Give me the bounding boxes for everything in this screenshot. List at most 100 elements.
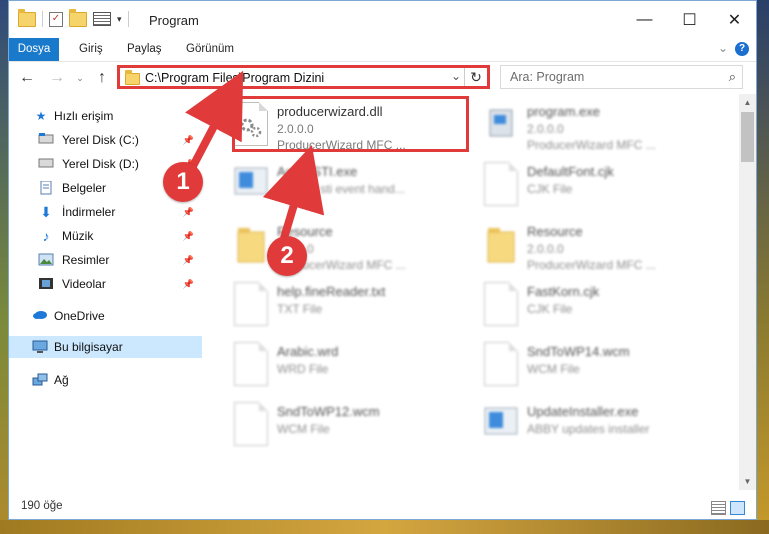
document-file-icon: [234, 342, 268, 386]
nav-item-pictures[interactable]: Resimler 📌: [9, 249, 202, 271]
pin-icon[interactable]: 📌: [183, 279, 194, 290]
highlight-box-dll: [232, 96, 469, 152]
tab-home[interactable]: Giriş: [69, 38, 113, 61]
ribbon-tabs: Dosya Giriş Paylaş Görünüm ⌄ ?: [9, 38, 756, 62]
pin-icon[interactable]: 📌: [183, 255, 194, 266]
document-file-icon: [234, 402, 268, 446]
file-item[interactable]: Arabic.wrd WRD File: [232, 340, 472, 396]
file-item[interactable]: FastKorn.cjk CJK File: [482, 280, 722, 336]
file-name: help.fineReader.txt: [277, 284, 386, 299]
nav-item-disk-c[interactable]: Yerel Disk (C:) 📌: [9, 129, 202, 151]
status-bar: 190 öğe: [9, 496, 756, 519]
file-name: program.exe: [527, 104, 600, 119]
file-item[interactable]: ActiveSTI.exe ABBYY sti event hand...: [232, 160, 472, 216]
back-icon[interactable]: ←: [16, 67, 38, 89]
nav-item-quick-access[interactable]: ★ Hızlı erişim: [9, 105, 202, 127]
details-view-icon[interactable]: [711, 501, 726, 515]
help-icon[interactable]: ?: [735, 42, 749, 56]
new-folder-icon[interactable]: [69, 8, 87, 27]
star-icon: ★: [35, 109, 47, 123]
file-version: 2.0.0.0: [527, 242, 564, 256]
ribbon-expand-icon[interactable]: ⌄: [718, 41, 728, 55]
explorer-window: ✓ ▾ Program — ☐ ✕ Dosya Giriş Paylaş Gör…: [8, 0, 757, 520]
title-bar: ✓ ▾ Program — ☐ ✕: [9, 1, 756, 38]
computer-icon: [32, 340, 48, 354]
file-name: FastKorn.cjk: [527, 284, 600, 299]
pin-icon[interactable]: 📌: [183, 231, 194, 242]
nav-label: Yerel Disk (C:): [62, 133, 139, 147]
refresh-icon[interactable]: ↻: [464, 68, 487, 86]
nav-label: Videolar: [62, 277, 106, 291]
view-props-icon[interactable]: [93, 12, 111, 26]
nav-item-music[interactable]: ♪ Müzik 📌: [9, 225, 202, 247]
file-type: CJK File: [527, 182, 573, 196]
file-name: SndToWP14.wcm: [527, 344, 630, 359]
nav-item-network[interactable]: Ağ: [9, 369, 202, 391]
cloud-icon: [32, 309, 48, 323]
forward-icon[interactable]: →: [46, 67, 68, 89]
customize-dropdown-icon[interactable]: ▾: [117, 14, 122, 25]
file-description: ProducerWizard MFC ...: [527, 258, 656, 272]
file-type: CJK File: [527, 302, 573, 316]
file-item[interactable]: Resource 2.0.0.0 ProducerWizard MFC ...: [482, 220, 722, 276]
vertical-scrollbar[interactable]: ▲ ▼: [739, 94, 756, 490]
document-file-icon: [484, 342, 518, 386]
up-icon[interactable]: ↑: [91, 67, 113, 89]
maximize-button[interactable]: ☐: [667, 1, 712, 38]
properties-check-icon[interactable]: ✓: [49, 11, 63, 27]
app-file-icon: [484, 402, 518, 444]
file-item[interactable]: program.exe 2.0.0.0 ProducerWizard MFC .…: [482, 100, 722, 156]
search-icon[interactable]: ⌕: [729, 69, 736, 85]
file-item[interactable]: UpdateInstaller.exe ABBY updates install…: [482, 400, 722, 456]
scroll-thumb[interactable]: [741, 112, 754, 162]
file-type: TXT File: [277, 302, 323, 316]
tab-file[interactable]: Dosya: [9, 38, 59, 61]
search-input[interactable]: Ara: Program ⌕: [500, 65, 743, 89]
file-item[interactable]: help.fineReader.txt TXT File: [232, 280, 472, 336]
nav-item-onedrive[interactable]: OneDrive: [9, 305, 202, 327]
pin-icon[interactable]: 📌: [183, 207, 194, 218]
download-icon: ⬇: [40, 204, 52, 220]
search-placeholder: Ara: Program: [510, 70, 585, 84]
close-button[interactable]: ✕: [712, 1, 756, 38]
nav-label: Bu bilgisayar: [54, 340, 123, 354]
drive-icon: [38, 133, 54, 147]
address-dropdown-icon[interactable]: ⌄: [451, 69, 461, 83]
nav-label: Ağ: [54, 373, 69, 387]
nav-item-downloads[interactable]: ⬇ İndirmeler 📌: [9, 201, 202, 223]
file-item[interactable]: DefaultFont.cjk CJK File: [482, 160, 722, 216]
recent-dropdown-icon[interactable]: ⌄: [69, 67, 91, 89]
nav-item-this-pc[interactable]: Bu bilgisayar: [9, 336, 202, 358]
file-name: UpdateInstaller.exe: [527, 404, 639, 419]
nav-item-videos[interactable]: Videolar 📌: [9, 273, 202, 295]
tab-view[interactable]: Görünüm: [176, 38, 244, 61]
file-name: Arabic.wrd: [277, 344, 339, 359]
tab-share[interactable]: Paylaş: [117, 38, 172, 61]
file-name: Resource: [527, 224, 583, 239]
step-badge-2: 2: [267, 236, 307, 276]
scroll-up-icon[interactable]: ▲: [739, 94, 756, 111]
nav-label: Müzik: [62, 229, 94, 243]
file-type: WCM File: [527, 362, 580, 376]
file-item[interactable]: SndToWP14.wcm WCM File: [482, 340, 722, 396]
scroll-down-icon[interactable]: ▼: [739, 473, 756, 490]
tiles-view-icon[interactable]: [730, 501, 745, 515]
file-description: ABBYY sti event hand...: [277, 182, 405, 196]
nav-label: Resimler: [62, 253, 110, 267]
drive-icon: [38, 157, 54, 171]
file-version: 2.0.0.0: [527, 122, 564, 136]
minimize-button[interactable]: —: [622, 1, 667, 38]
address-bar[interactable]: C:\Program Files\Program Dizini ⌄ ↻: [117, 65, 490, 89]
file-item[interactable]: SndToWP12.wcm WCM File: [232, 400, 472, 456]
folder-file-icon: [484, 222, 516, 264]
pin-icon[interactable]: 📌: [183, 135, 194, 146]
quick-access-toolbar: ✓ ▾: [18, 8, 129, 27]
folder-file-icon: [234, 222, 266, 264]
navigation-bar: ← → ⌄ ↑ C:\Program Files\Program Dizini …: [9, 62, 756, 94]
address-path[interactable]: C:\Program Files\Program Dizini: [145, 71, 324, 85]
item-count: 190 öğe: [21, 500, 63, 512]
pictures-icon: [38, 253, 54, 267]
nav-label: Belgeler: [62, 181, 107, 195]
navigation-pane: ★ Hızlı erişim Yerel Disk (C:) 📌 Yerel D…: [9, 99, 204, 491]
file-name: DefaultFont.cjk: [527, 164, 614, 179]
